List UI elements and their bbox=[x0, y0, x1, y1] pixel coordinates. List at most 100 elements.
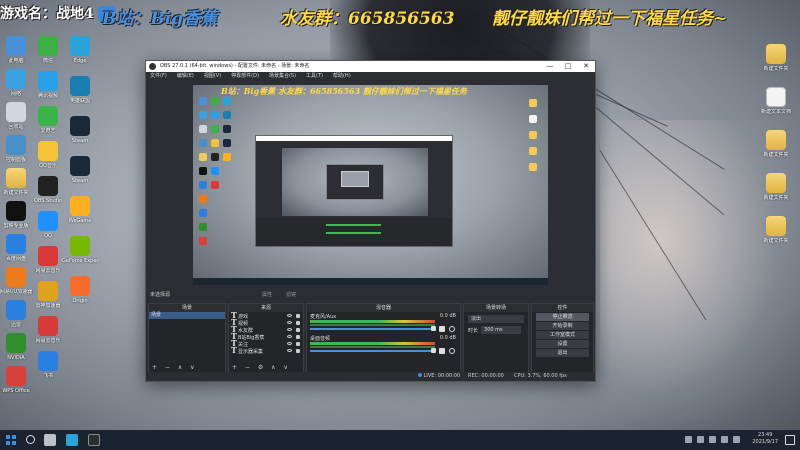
minimize-button[interactable]: — bbox=[541, 61, 559, 72]
source-item[interactable]: T显示器采集 bbox=[229, 346, 303, 355]
properties-button[interactable]: 属性 bbox=[262, 290, 272, 300]
network-icon[interactable] bbox=[721, 436, 728, 443]
volume-slider-handle[interactable] bbox=[431, 326, 436, 331]
desktop-icon[interactable]: 网易UU加速器 bbox=[0, 267, 34, 295]
speaker-icon[interactable] bbox=[439, 348, 445, 354]
desktop-icon[interactable]: 新建文件夹 bbox=[758, 173, 794, 201]
desktop-icon[interactable]: Steam bbox=[62, 156, 98, 184]
app-icon bbox=[38, 211, 58, 231]
lock-icon[interactable] bbox=[296, 342, 300, 346]
desktop-icon[interactable]: 网易云音乐 bbox=[30, 316, 66, 344]
transition-type-select[interactable]: 淡出 bbox=[468, 315, 524, 323]
close-button[interactable]: ✕ bbox=[577, 61, 595, 72]
sources-toolbar[interactable]: + − ⚙ ∧ ∨ bbox=[229, 363, 303, 372]
task-view-icon[interactable] bbox=[44, 434, 56, 446]
desktop-icon[interactable]: GeForce Experience bbox=[62, 236, 98, 264]
desktop-icon[interactable]: QQ bbox=[30, 211, 66, 239]
volume-slider[interactable] bbox=[310, 350, 433, 352]
lock-icon[interactable] bbox=[296, 328, 300, 332]
menu-help[interactable]: 帮助(H) bbox=[333, 72, 351, 81]
desktop-icon[interactable]: 腾讯视频 bbox=[30, 71, 66, 99]
desktop-icon[interactable]: Origin bbox=[62, 276, 98, 304]
speaker-icon[interactable] bbox=[439, 326, 445, 332]
lock-icon[interactable] bbox=[296, 314, 300, 318]
stop-streaming-button[interactable]: 停止推流 bbox=[536, 313, 589, 321]
eye-icon[interactable] bbox=[287, 349, 292, 352]
obs-preview[interactable]: B站：Big香蕉 水友群：665856563 靓仔靓妹们帮过一下福星任务 bbox=[193, 85, 548, 285]
search-icon[interactable] bbox=[26, 435, 35, 444]
desktop-icon[interactable]: 飞书 bbox=[30, 351, 66, 379]
desktop-icon[interactable]: 百度网盘 bbox=[0, 234, 34, 262]
eye-icon[interactable] bbox=[287, 314, 292, 317]
exit-button[interactable]: 退出 bbox=[536, 349, 589, 357]
preview-icon bbox=[199, 97, 207, 105]
desktop-icon[interactable]: OBS Studio bbox=[30, 176, 66, 204]
desktop-icon[interactable]: 英雄联盟 bbox=[62, 76, 98, 104]
desktop-icon[interactable]: 微信 bbox=[30, 36, 66, 64]
desktop-icon[interactable]: WeGame bbox=[62, 196, 98, 224]
start-recording-button[interactable]: 开始录制 bbox=[536, 322, 589, 330]
desktop-icon[interactable]: 雷神加速器 bbox=[30, 281, 66, 309]
eye-icon[interactable] bbox=[287, 321, 292, 324]
lock-icon[interactable] bbox=[296, 335, 300, 339]
desktop-icon[interactable]: 新建文件夹 bbox=[758, 216, 794, 244]
windows-start-icon[interactable] bbox=[6, 435, 16, 445]
source-item[interactable]: T水友群 bbox=[229, 325, 303, 334]
desktop-icon[interactable]: 新建文件夹 bbox=[758, 130, 794, 158]
filters-button[interactable]: 滤镜 bbox=[286, 290, 296, 300]
volume-icon[interactable] bbox=[733, 436, 740, 443]
eye-icon[interactable] bbox=[287, 342, 292, 345]
obs-window[interactable]: OBS 27.0.1 (64-bit, windows) - 配置文件: 未命名… bbox=[145, 60, 596, 382]
gear-icon[interactable] bbox=[449, 348, 455, 354]
menu-tools[interactable]: 工具(T) bbox=[306, 72, 323, 81]
desktop-icon[interactable]: NVIDIA bbox=[0, 333, 34, 361]
desktop-icon[interactable]: 网络 bbox=[0, 69, 34, 97]
notification-icon[interactable] bbox=[785, 435, 795, 445]
desktop-icon[interactable]: QQ音乐 bbox=[30, 141, 66, 169]
volume-slider[interactable] bbox=[310, 328, 433, 330]
desktop-icon[interactable]: 剪映专业版 bbox=[0, 201, 34, 229]
source-item[interactable]: TB站Big香蕉 bbox=[229, 332, 303, 341]
source-item[interactable]: T游戏 bbox=[229, 311, 303, 320]
tray-icon[interactable] bbox=[697, 436, 704, 443]
desktop-icon[interactable]: Steam bbox=[62, 116, 98, 144]
menu-edit[interactable]: 编辑(E) bbox=[177, 72, 194, 81]
app-icon bbox=[6, 267, 26, 287]
desktop-icon[interactable]: 网易云音乐 bbox=[30, 246, 66, 274]
source-item[interactable]: T关注 bbox=[229, 339, 303, 348]
duration-input[interactable]: 300 ms bbox=[481, 326, 522, 334]
clock[interactable]: 23:49 2021/9/17 bbox=[752, 432, 778, 446]
channel-db: 0.0 dB bbox=[439, 335, 456, 341]
settings-button[interactable]: 设置 bbox=[536, 340, 589, 348]
desktop-icon[interactable]: 爱奇艺 bbox=[30, 106, 66, 134]
tray-icon[interactable] bbox=[685, 436, 692, 443]
lock-icon[interactable] bbox=[296, 349, 300, 353]
desktop-icon[interactable]: 回收站 bbox=[0, 102, 34, 130]
desktop-icon[interactable]: WPS Office bbox=[0, 366, 34, 394]
source-item[interactable]: T视频 bbox=[229, 318, 303, 327]
maximize-button[interactable]: □ bbox=[559, 61, 577, 72]
desktop-icon[interactable]: 新建文件夹 bbox=[0, 168, 34, 196]
scene-item[interactable]: 场景 bbox=[149, 312, 225, 319]
tray-icon[interactable] bbox=[709, 436, 716, 443]
obs-taskbar-icon[interactable] bbox=[88, 434, 100, 446]
desktop-icon[interactable]: 此电脑 bbox=[0, 36, 34, 64]
studio-mode-button[interactable]: 工作室模式 bbox=[536, 331, 589, 339]
desktop-icon[interactable]: 新建文本文档 bbox=[758, 87, 794, 115]
gear-icon[interactable] bbox=[449, 326, 455, 332]
edge-icon[interactable] bbox=[66, 434, 78, 446]
desktop-icon[interactable]: Edge bbox=[62, 36, 98, 64]
menu-view[interactable]: 视图(V) bbox=[204, 72, 221, 81]
eye-icon[interactable] bbox=[287, 328, 292, 331]
lock-icon[interactable] bbox=[296, 321, 300, 325]
volume-slider-handle[interactable] bbox=[431, 348, 436, 353]
scenes-toolbar[interactable]: + − ∧ ∨ bbox=[149, 363, 225, 372]
menu-file[interactable]: 文件(F) bbox=[150, 72, 167, 81]
desktop-icon[interactable]: 迅雷 bbox=[0, 300, 34, 328]
obs-titlebar[interactable]: OBS 27.0.1 (64-bit, windows) - 配置文件: 未命名… bbox=[146, 61, 595, 72]
desktop-icon[interactable]: 控制面板 bbox=[0, 135, 34, 163]
eye-icon[interactable] bbox=[287, 335, 292, 338]
menu-scene-collection[interactable]: 场景集合(S) bbox=[269, 72, 296, 81]
menu-docks[interactable]: 停靠部件(D) bbox=[231, 72, 259, 81]
desktop-icon[interactable]: 新建文件夹 bbox=[758, 44, 794, 72]
